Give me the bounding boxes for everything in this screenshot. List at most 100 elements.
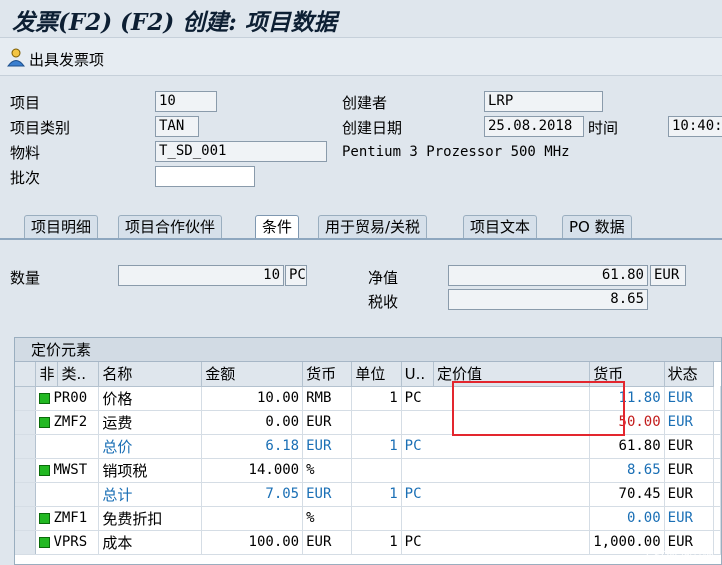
currency-cell[interactable]: %: [302, 458, 353, 483]
net-value-label: 净值: [368, 269, 399, 287]
watermark: CSDN @艾恼: [646, 549, 714, 562]
table-row[interactable]: ZMF2 运费 0.00 EUR 50.00 EUR: [15, 410, 721, 435]
tab-strip-line: [0, 238, 722, 240]
created-by-label: 创建者: [342, 94, 388, 112]
tab-conditions[interactable]: 条件: [255, 215, 300, 239]
status-cell: [713, 386, 721, 411]
row-selector[interactable]: [15, 410, 37, 435]
row-selector[interactable]: [15, 434, 37, 459]
item-field[interactable]: 10: [155, 91, 217, 112]
material-description: Pentium 3 Prozessor 500 MHz: [342, 144, 570, 160]
currency-cell: EUR: [302, 482, 353, 507]
uom-cell: PC: [401, 434, 591, 459]
per-cell[interactable]: 1: [351, 386, 402, 411]
condition-type-cell[interactable]: MWST: [35, 458, 100, 483]
row-selector[interactable]: [15, 386, 37, 411]
net-value-field[interactable]: 61.80: [448, 265, 648, 286]
item-category-field[interactable]: TAN: [155, 116, 199, 137]
condition-type-cell[interactable]: ZMF1: [35, 506, 100, 531]
issue-invoice-item-label: 出具发票项: [29, 50, 105, 69]
col-header-amount[interactable]: 金额: [201, 362, 304, 387]
created-by-field[interactable]: LRP: [484, 91, 603, 112]
table-row[interactable]: PR00 价格 10.00 RMB 1 PC 11.80 EUR: [15, 386, 721, 411]
title-bar: 发票(F2) (F2) 创建: 项目数据: [0, 0, 722, 38]
currency-cell[interactable]: EUR: [302, 530, 353, 555]
condition-type-cell[interactable]: VPRS: [35, 530, 100, 555]
tab-item-partners[interactable]: 项目合作伙伴: [118, 215, 223, 239]
status-light-icon: [39, 416, 51, 428]
table-row[interactable]: 总价 6.18 EUR 1 PC 61.80 EUR: [15, 434, 721, 459]
col-header-value-currency[interactable]: 货币: [589, 362, 665, 387]
currency-cell[interactable]: RMB: [302, 386, 353, 411]
uom-cell[interactable]: [401, 410, 591, 435]
net-currency-field[interactable]: EUR: [650, 265, 686, 286]
issue-invoice-item-button[interactable]: 出具发票项: [6, 47, 104, 71]
quantity-field[interactable]: 10: [118, 265, 284, 286]
uom-cell: PC: [401, 482, 591, 507]
batch-field[interactable]: [155, 166, 255, 187]
status-cell: [713, 530, 721, 555]
tab-item-texts[interactable]: 项目文本: [463, 215, 538, 239]
tax-label: 税收: [368, 293, 399, 311]
table-row[interactable]: VPRS 成本 100.00 EUR 1 PC 1,000.00 EUR: [15, 530, 721, 555]
col-header-status[interactable]: 状态: [664, 362, 715, 387]
condition-value-cell[interactable]: 50.00: [589, 410, 665, 435]
condition-value-cell: 11.80: [589, 386, 665, 411]
time-field[interactable]: 10:40:: [668, 116, 722, 137]
condition-type-cell[interactable]: PR00: [35, 386, 100, 411]
grid-header-row: 非 类.. 名称 金额 货币 单位 U.. 定价值 货币 状态: [15, 362, 721, 387]
tab-po-data[interactable]: PO 数据: [562, 215, 632, 239]
page-title: 发票(F2) (F2) 创建: 项目数据: [12, 9, 337, 36]
amount-cell: 7.05: [201, 482, 304, 507]
status-cell: [713, 434, 721, 459]
amount-cell[interactable]: 10.00: [201, 386, 304, 411]
uom-cell[interactable]: PC: [401, 530, 591, 555]
table-row[interactable]: MWST 销项税 14.000 % 8.65 EUR: [15, 458, 721, 483]
tab-item-detail[interactable]: 项目明细: [24, 215, 99, 239]
uom-cell[interactable]: [401, 506, 591, 531]
amount-cell[interactable]: 0.00: [201, 410, 304, 435]
amount-cell[interactable]: 14.000: [201, 458, 304, 483]
batch-label: 批次: [10, 169, 41, 187]
quantity-label: 数量: [10, 269, 41, 287]
item-label: 项目: [10, 94, 41, 112]
material-field[interactable]: T_SD_001: [155, 141, 327, 162]
currency-cell: EUR: [302, 434, 353, 459]
col-header-type[interactable]: 类..: [57, 362, 100, 387]
amount-cell[interactable]: 100.00: [201, 530, 304, 555]
col-header-per[interactable]: 单位: [351, 362, 402, 387]
uom-cell[interactable]: [401, 458, 591, 483]
status-light-icon: [39, 392, 51, 404]
table-row[interactable]: 总计 7.05 EUR 1 PC 70.45 EUR: [15, 482, 721, 507]
condition-value-cell: 0.00: [589, 506, 665, 531]
condition-type-cell: [35, 482, 100, 507]
currency-cell[interactable]: EUR: [302, 410, 353, 435]
per-cell[interactable]: [351, 506, 402, 531]
table-row[interactable]: ZMF1 免费折扣 % 0.00 EUR: [15, 506, 721, 531]
tax-field[interactable]: 8.65: [448, 289, 648, 310]
amount-cell[interactable]: [201, 506, 304, 531]
col-header-currency[interactable]: 货币: [302, 362, 353, 387]
per-cell[interactable]: 1: [351, 530, 402, 555]
row-selector[interactable]: [15, 506, 37, 531]
col-header-name[interactable]: 名称: [98, 362, 203, 387]
currency-cell[interactable]: %: [302, 506, 353, 531]
tab-foreign-trade[interactable]: 用于贸易/关税: [318, 215, 428, 239]
per-cell[interactable]: [351, 458, 402, 483]
col-header-uom[interactable]: U..: [401, 362, 434, 387]
col-header-condition-value[interactable]: 定价值: [433, 362, 591, 387]
row-selector[interactable]: [15, 530, 37, 555]
uom-cell[interactable]: PC: [401, 386, 591, 411]
quantity-unit-field[interactable]: PC: [285, 265, 307, 286]
row-selector[interactable]: [15, 458, 37, 483]
condition-name-cell: 成本: [98, 530, 203, 555]
value-currency-cell: EUR: [664, 458, 715, 483]
condition-type-cell[interactable]: ZMF2: [35, 410, 100, 435]
status-light-icon: [39, 536, 51, 548]
col-header-inactive[interactable]: 非: [35, 362, 59, 387]
per-cell[interactable]: [351, 410, 402, 435]
row-selector[interactable]: [15, 482, 37, 507]
row-select-header[interactable]: [15, 362, 37, 387]
condition-value-cell: 8.65: [589, 458, 665, 483]
created-on-field[interactable]: 25.08.2018: [484, 116, 584, 137]
